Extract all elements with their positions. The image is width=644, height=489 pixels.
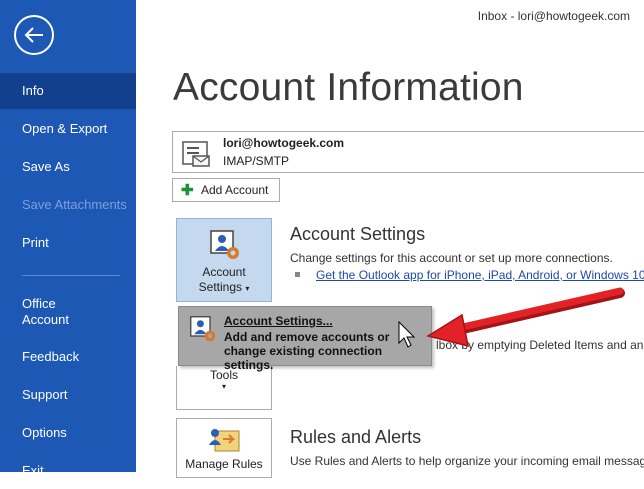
account-settings-icon bbox=[210, 230, 239, 259]
account-settings-tile[interactable]: Account Settings ▾ bbox=[176, 218, 272, 302]
account-settings-menu-item[interactable]: Account Settings... bbox=[224, 314, 333, 328]
account-selector[interactable]: lori@howtogeek.com IMAP/SMTP bbox=[172, 131, 644, 173]
back-arrow-icon bbox=[24, 27, 43, 43]
rules-alerts-heading: Rules and Alerts bbox=[290, 427, 422, 447]
chevron-down-icon: ▾ bbox=[245, 284, 250, 293]
account-type: IMAP/SMTP bbox=[223, 154, 290, 168]
account-settings-tile-label-2: Settings bbox=[198, 280, 242, 294]
back-button[interactable] bbox=[14, 15, 54, 55]
sidebar-item-office-account[interactable]: Office Account bbox=[0, 294, 100, 334]
rules-alerts-description: Use Rules and Alerts to help organize yo… bbox=[290, 454, 644, 468]
sidebar-item-feedback[interactable]: Feedback bbox=[0, 339, 136, 375]
account-settings-tile-label-2-wrap: Settings ▾ bbox=[177, 280, 271, 294]
bullet-icon bbox=[295, 272, 300, 277]
sidebar-item-save-attachments: Save Attachments bbox=[22, 197, 127, 212]
account-settings-heading: Account Settings bbox=[290, 224, 426, 244]
manage-rules-tile[interactable]: Manage Rules bbox=[176, 418, 272, 478]
add-account-label: Add Account bbox=[201, 183, 269, 197]
sidebar-item-info[interactable]: Info bbox=[0, 73, 136, 109]
sidebar-item-save-as[interactable]: Save As bbox=[0, 149, 136, 185]
mailbox-cleanup-description: lbox by emptying Deleted Items and an bbox=[436, 338, 644, 352]
sidebar-divider bbox=[22, 275, 120, 276]
add-account-button[interactable]: ✚ Add Account bbox=[172, 178, 280, 202]
backstage-sidebar: Info Open & Export Save As Save Attachme… bbox=[0, 0, 136, 478]
account-settings-description: Change settings for this account or set … bbox=[290, 251, 613, 265]
account-settings-dropdown: Account Settings... Add and remove accou… bbox=[178, 306, 432, 372]
sidebar-item-exit[interactable]: Exit bbox=[0, 453, 136, 489]
account-settings-menu-description: Add and remove accounts or change existi… bbox=[224, 330, 390, 372]
manage-rules-label: Manage Rules bbox=[185, 457, 263, 471]
window-title: Inbox - lori@howtogeek.com bbox=[477, 9, 630, 23]
outlook-app-link[interactable]: Get the Outlook app for iPhone, iPad, An… bbox=[316, 268, 644, 282]
sidebar-item-print[interactable]: Print bbox=[0, 225, 136, 261]
account-settings-tile-label-1: Account bbox=[202, 265, 246, 279]
account-settings-icon bbox=[190, 316, 216, 342]
account-email: lori@howtogeek.com bbox=[223, 136, 345, 150]
sidebar-item-support[interactable]: Support bbox=[0, 377, 136, 413]
chevron-down-icon: ▾ bbox=[221, 382, 226, 391]
tools-tile[interactable]: Tools ▾ bbox=[176, 366, 272, 410]
sidebar-item-open-export[interactable]: Open & Export bbox=[0, 111, 136, 147]
page-title: Account Information bbox=[173, 66, 524, 109]
plus-icon: ✚ bbox=[181, 182, 194, 199]
account-mailbox-icon bbox=[182, 141, 210, 167]
sidebar-item-options[interactable]: Options bbox=[0, 415, 136, 451]
rules-alerts-icon bbox=[209, 429, 240, 452]
